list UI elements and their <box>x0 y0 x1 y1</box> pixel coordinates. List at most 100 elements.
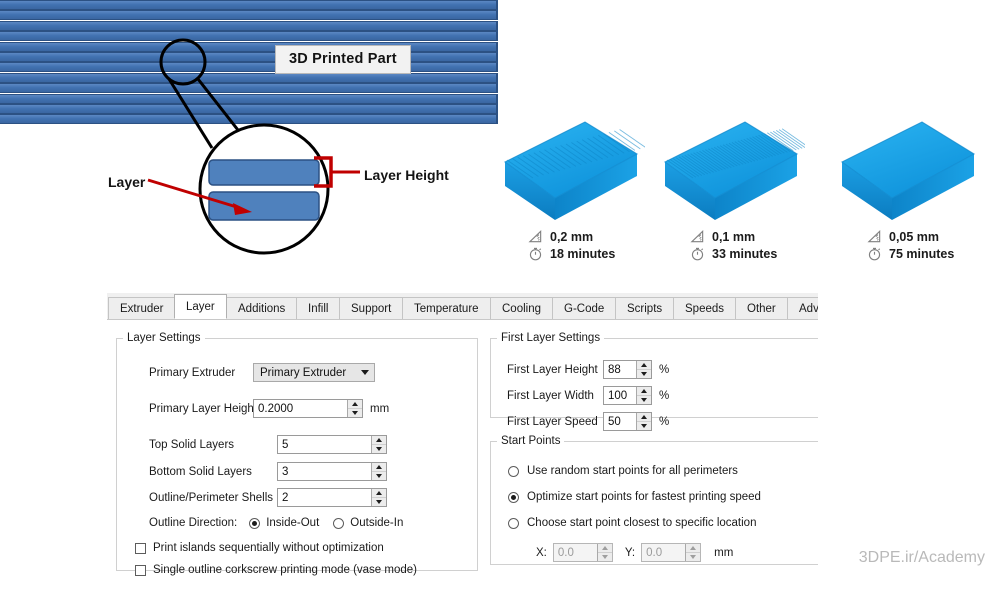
tab-advanc[interactable]: Advanc <box>787 297 818 319</box>
tab-cooling[interactable]: Cooling <box>490 297 553 319</box>
first-layer-width-label: First Layer Width <box>507 389 594 402</box>
sample-print-time-row: 33 minutes <box>690 245 777 262</box>
sample-cube-photo <box>645 108 809 228</box>
start-points-group: Start Points Use random start points for… <box>490 435 818 565</box>
radio-icon <box>333 517 345 529</box>
print-islands-label: Print islands sequentially without optim… <box>153 542 384 554</box>
stepper-buttons[interactable] <box>636 387 651 404</box>
stepper-down-icon[interactable] <box>637 370 651 378</box>
outline-direction-inside-out-label: Inside-Out <box>266 517 320 529</box>
stopwatch-icon <box>691 247 704 261</box>
ruler-triangle-icon <box>528 230 542 243</box>
tab-temperature[interactable]: Temperature <box>402 297 491 319</box>
start-point-random-radio[interactable]: Use random start points for all perimete… <box>508 465 738 477</box>
sample-layer-height-row: 0,05 mm <box>867 228 954 245</box>
outline-direction-row: Outline Direction: Inside-Out Outside-In <box>149 517 403 529</box>
radio-icon <box>508 465 519 477</box>
settings-tab-strip[interactable]: Extruder Layer Additions Infill Support Tempe… <box>107 293 818 320</box>
layer-settings-legend: Layer Settings <box>127 332 201 344</box>
radio-icon <box>249 517 261 529</box>
start-point-x-stepper[interactable]: 0.0 <box>552 543 613 562</box>
stepper-buttons[interactable] <box>636 361 651 378</box>
stepper-buttons[interactable] <box>371 463 386 480</box>
primary-layer-height-label: Primary Layer Height <box>149 402 258 415</box>
primary-extruder-select[interactable]: Primary Extruder <box>253 363 375 382</box>
tab-layer[interactable]: Layer <box>174 294 227 319</box>
outline-shells-stepper[interactable]: 2 <box>277 488 387 507</box>
sample-cube-photo <box>485 108 646 228</box>
stepper-down-icon[interactable] <box>686 553 700 561</box>
stepper-down-icon[interactable] <box>372 445 386 453</box>
stepper-buttons[interactable] <box>685 544 701 561</box>
stepper-up-icon[interactable] <box>637 361 651 370</box>
stepper-buttons[interactable] <box>371 436 386 453</box>
first-layer-speed-stepper[interactable]: 50 <box>603 412 652 431</box>
stepper-down-icon[interactable] <box>372 498 386 506</box>
first-layer-height-stepper[interactable]: 88 <box>603 360 652 379</box>
primary-layer-height-stepper[interactable]: 0.2000 <box>253 399 363 418</box>
bottom-solid-layers-stepper[interactable]: 3 <box>277 462 387 481</box>
ruler-triangle-icon <box>690 230 704 243</box>
stepper-up-icon[interactable] <box>597 544 612 553</box>
stepper-up-icon[interactable] <box>686 544 701 553</box>
tab-support[interactable]: Support <box>339 297 404 319</box>
outline-shells-value: 2 <box>282 491 289 504</box>
stepper-buttons[interactable] <box>636 413 651 430</box>
tab-other[interactable]: Other <box>735 297 788 319</box>
tab-extruder[interactable]: Extruder <box>108 297 176 319</box>
start-point-xy-unit: mm <box>714 546 734 559</box>
first-layer-height-label: First Layer Height <box>507 363 598 376</box>
checkbox-icon <box>135 564 146 576</box>
stepper-up-icon[interactable] <box>348 400 362 409</box>
tab-scripts[interactable]: Scripts <box>615 297 675 319</box>
stepper-down-icon[interactable] <box>348 409 362 417</box>
vase-mode-checkbox[interactable]: Single outline corkscrew printing mode (… <box>135 564 417 576</box>
top-solid-layers-stepper[interactable]: 5 <box>277 435 387 454</box>
print-islands-checkbox[interactable]: Print islands sequentially without optim… <box>135 542 384 554</box>
first-layer-height-value: 88 <box>608 363 621 376</box>
sample-caption: 0,1 mm 33 minutes <box>690 228 777 262</box>
start-point-y-stepper[interactable]: 0.0 <box>641 543 702 562</box>
first-layer-width-unit: % <box>659 389 670 402</box>
first-layer-speed-value: 50 <box>608 415 621 428</box>
stepper-down-icon[interactable] <box>637 396 651 404</box>
outline-direction-label: Outline Direction: <box>149 517 238 529</box>
sample-caption: 0,05 mm 75 minutes <box>867 228 954 262</box>
start-points-legend: Start Points <box>501 435 561 447</box>
tab-infill[interactable]: Infill <box>296 297 341 319</box>
stepper-down-icon[interactable] <box>637 422 651 430</box>
primary-layer-height-unit: mm <box>370 402 390 415</box>
stepper-up-icon[interactable] <box>372 436 386 445</box>
tab-g-code[interactable]: G-Code <box>552 297 617 319</box>
stepper-down-icon[interactable] <box>372 472 386 480</box>
first-layer-height-row: First Layer Height 88 % <box>507 360 669 379</box>
sample-layer-height-value: 0,2 mm <box>550 229 594 244</box>
tab-speeds[interactable]: Speeds <box>673 297 737 319</box>
stepper-up-icon[interactable] <box>637 413 651 422</box>
stepper-up-icon[interactable] <box>637 387 651 396</box>
sample-print-time-value: 18 minutes <box>550 246 616 261</box>
start-point-y-value: 0.0 <box>646 546 663 559</box>
outline-direction-inside-out-radio[interactable]: Inside-Out <box>249 517 319 529</box>
bottom-solid-layers-label: Bottom Solid Layers <box>149 465 252 478</box>
stepper-up-icon[interactable] <box>372 463 386 472</box>
stepper-up-icon[interactable] <box>372 489 386 498</box>
tab-additions[interactable]: Additions <box>226 297 298 319</box>
stepper-down-icon[interactable] <box>598 553 612 561</box>
layer-tab-pane: Layer Settings Primary Extruder Primary … <box>107 320 818 583</box>
first-layer-width-value: 100 <box>608 389 628 402</box>
sample-cube-photo <box>822 108 982 228</box>
start-point-optimize-radio[interactable]: Optimize start points for fastest printi… <box>508 491 761 503</box>
start-point-y-label: Y: <box>624 546 636 559</box>
stepper-buttons[interactable] <box>596 544 612 561</box>
primary-extruder-value: Primary Extruder <box>260 366 347 379</box>
sample-print-time-row: 75 minutes <box>867 245 954 262</box>
start-point-closest-radio[interactable]: Choose start point closest to specific l… <box>508 517 756 529</box>
stepper-buttons[interactable] <box>371 489 386 506</box>
start-point-x-label: X: <box>536 546 547 559</box>
first-layer-width-stepper[interactable]: 100 <box>603 386 652 405</box>
start-point-closest-label: Choose start point closest to specific l… <box>527 517 757 529</box>
bottom-solid-layers-row: Bottom Solid Layers 3 <box>149 462 387 481</box>
stepper-buttons[interactable] <box>347 400 362 417</box>
outline-direction-outside-in-radio[interactable]: Outside-In <box>333 517 403 529</box>
